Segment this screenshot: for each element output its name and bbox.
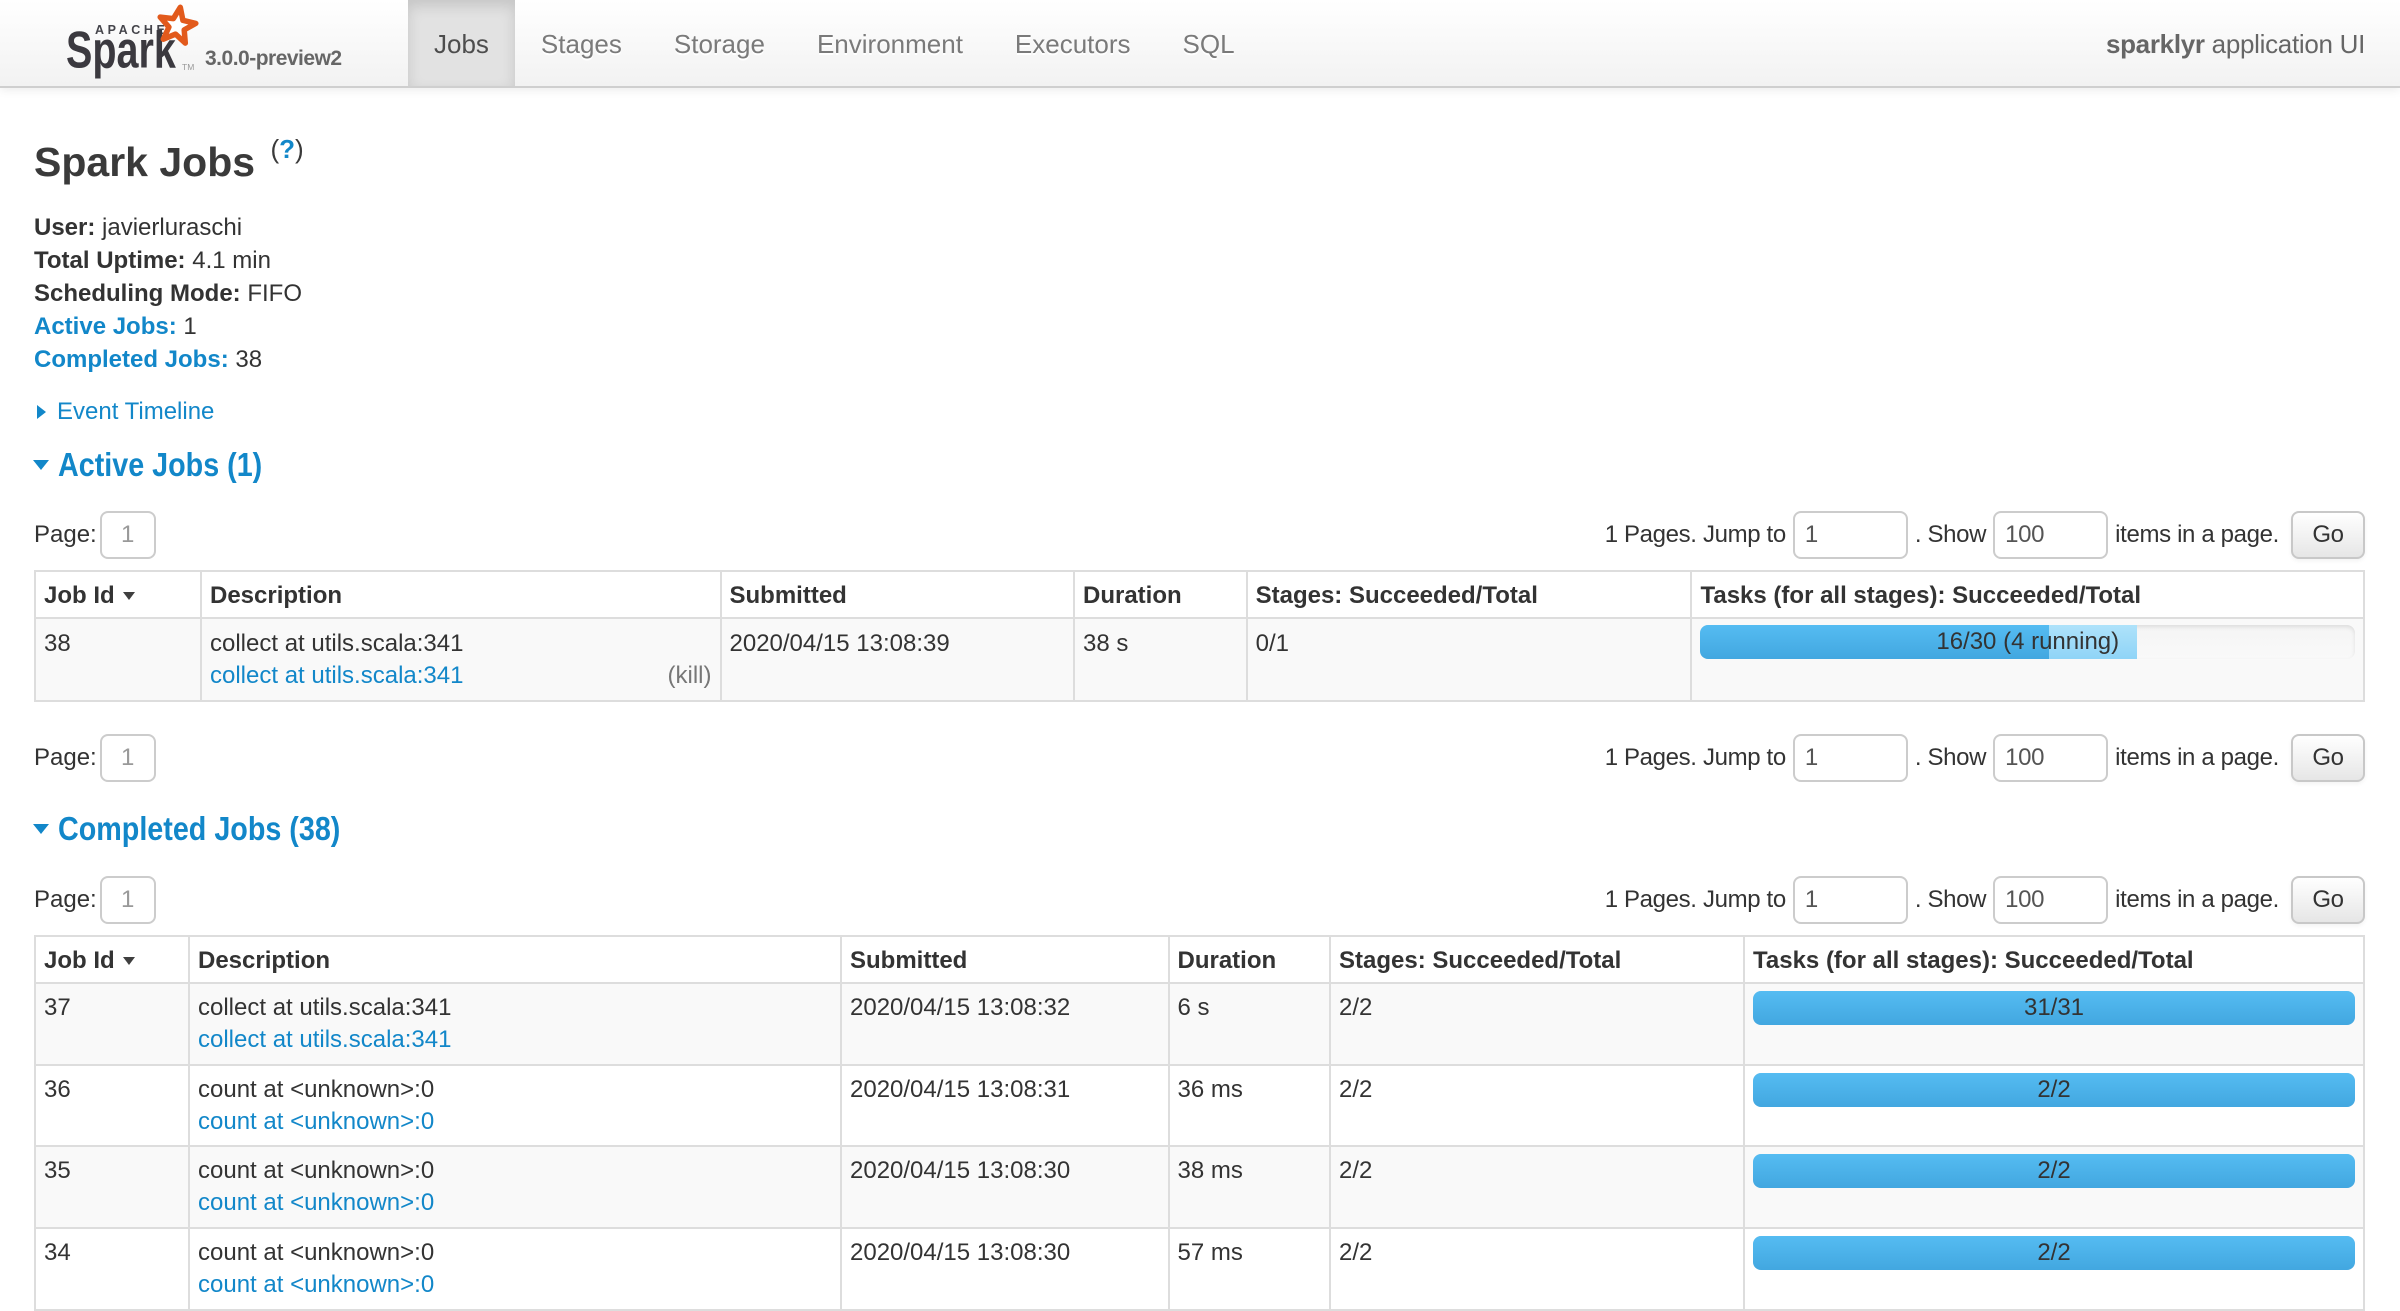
svg-text:TM: TM xyxy=(182,62,194,72)
svg-text:Spark: Spark xyxy=(66,20,176,79)
